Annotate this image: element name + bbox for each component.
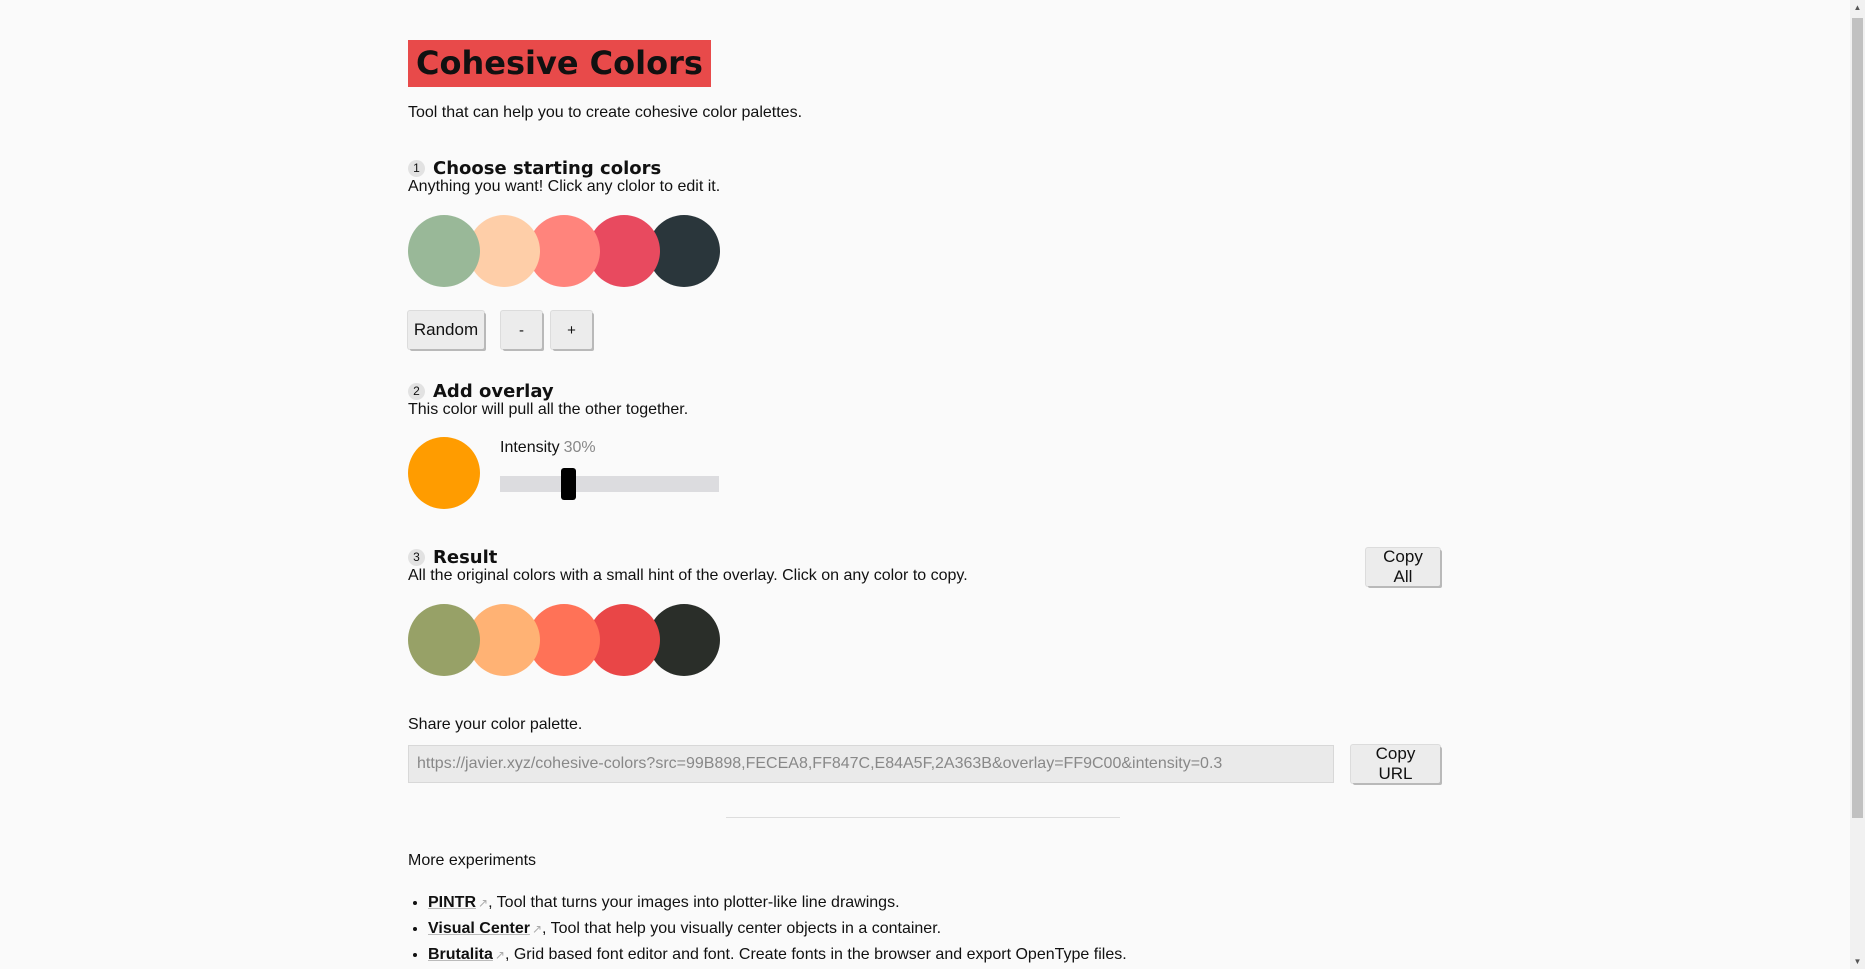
intensity-value: 30% xyxy=(563,439,596,456)
step3-header: 3 Result xyxy=(408,547,497,568)
step3-description: All the original colors with a small hin… xyxy=(408,567,968,584)
experiment-link-brutalita[interactable]: Brutalita xyxy=(428,946,493,963)
experiment-link-pintr[interactable]: PINTR xyxy=(428,894,476,911)
scroll-down-arrow-icon[interactable]: ▼ xyxy=(1850,954,1865,969)
experiments-list: PINTR↗, Tool that turns your images into… xyxy=(408,890,1127,968)
step1-description: Anything you want! Click any clolor to e… xyxy=(408,178,721,195)
experiment-description: , Tool that help you visually center obj… xyxy=(542,920,942,937)
step2-header: 2 Add overlay xyxy=(408,381,554,402)
step-title: Choose starting colors xyxy=(433,158,662,179)
external-link-icon: ↗ xyxy=(494,948,505,962)
experiment-description: , Tool that turns your images into plott… xyxy=(488,894,900,911)
overlay-color-swatch[interactable] xyxy=(408,437,480,509)
scrollbar-thumb[interactable] xyxy=(1852,18,1863,818)
intensity-label: Intensity 30% xyxy=(500,439,596,457)
external-link-icon: ↗ xyxy=(531,922,543,936)
random-button[interactable]: Random xyxy=(408,311,484,349)
step-number: 2 xyxy=(408,383,425,400)
vertical-scrollbar[interactable]: ▲ ▼ xyxy=(1850,0,1865,969)
page-title: Cohesive Colors xyxy=(408,40,711,87)
intensity-slider-track[interactable] xyxy=(500,476,719,492)
experiment-description: , Grid based font editor and font. Creat… xyxy=(504,946,1127,963)
step1-header: 1 Choose starting colors xyxy=(408,158,661,179)
scroll-up-arrow-icon[interactable]: ▲ xyxy=(1850,0,1865,15)
intensity-slider-thumb[interactable] xyxy=(561,468,576,500)
add-color-button[interactable]: + xyxy=(551,311,592,349)
step-number: 3 xyxy=(408,549,425,566)
list-item: Brutalita↗, Grid based font editor and f… xyxy=(428,942,1127,968)
step-number: 1 xyxy=(408,160,425,177)
step2-description: This color will pull all the other toget… xyxy=(408,401,689,418)
list-item: Visual Center↗, Tool that help you visua… xyxy=(428,916,1127,942)
starting-colors xyxy=(408,215,720,287)
external-link-icon: ↗ xyxy=(478,896,489,910)
intro-text: Tool that can help you to create cohesiv… xyxy=(408,104,803,121)
starting-color-swatch[interactable] xyxy=(408,215,480,287)
share-label: Share your color palette. xyxy=(408,716,583,733)
step-title: Result xyxy=(433,547,498,568)
experiment-link-visual-center[interactable]: Visual Center xyxy=(428,920,530,937)
share-url-input[interactable] xyxy=(408,745,1334,783)
copy-all-button[interactable]: Copy All xyxy=(1366,547,1440,586)
step-title: Add overlay xyxy=(433,381,554,402)
more-experiments-heading: More experiments xyxy=(408,852,537,869)
intensity-label-text: Intensity xyxy=(500,439,560,456)
list-item: PINTR↗, Tool that turns your images into… xyxy=(428,890,1127,916)
divider xyxy=(726,817,1120,818)
copy-url-button[interactable]: Copy URL xyxy=(1351,744,1440,783)
result-colors xyxy=(408,604,720,676)
remove-color-button[interactable]: - xyxy=(501,311,542,349)
result-color-swatch[interactable] xyxy=(408,604,480,676)
